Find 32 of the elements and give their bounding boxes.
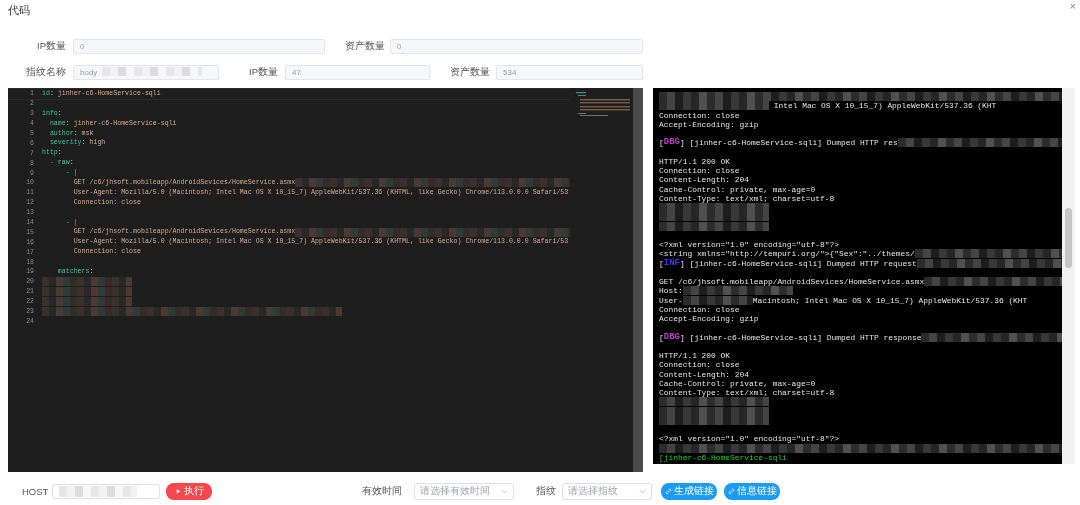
field-label: 资产数量 (449, 65, 490, 79)
link-button[interactable]: 信息链接 (724, 482, 780, 500)
run-button[interactable]: 执行 (166, 482, 212, 500)
count-field[interactable]: 47 (285, 64, 430, 80)
log-level-tag: DBG (663, 332, 680, 342)
play-icon (174, 487, 182, 495)
field-label: 指纹名称 (25, 65, 66, 79)
count-field[interactable]: 0 (390, 38, 643, 54)
fingerprint-name-field[interactable]: body (73, 64, 219, 80)
field-label: IP数量 (248, 65, 278, 79)
field-label: 指纹 (536, 484, 557, 498)
close-button[interactable]: × (1069, 1, 1076, 12)
host-field[interactable] (52, 483, 160, 499)
code-editor[interactable] (8, 88, 643, 472)
chevron-down-icon (501, 488, 508, 494)
link-button[interactable]: 生成链接 (661, 482, 717, 500)
fingerprint-select[interactable]: 请选择指纹 (562, 482, 652, 500)
scrollbar-thumb[interactable] (1065, 208, 1072, 268)
chevron-down-icon (639, 488, 646, 494)
link-icon (664, 487, 672, 495)
host-label: HOST (22, 485, 50, 497)
field-label: IP数量 (36, 39, 66, 53)
link-icon (727, 487, 735, 495)
log-level-tag: DBG (663, 138, 680, 148)
field-label: 资产数量 (344, 39, 385, 53)
window-title: 代码 (8, 3, 30, 18)
field-label: 有效时间 (362, 484, 403, 498)
log-level-tag: INF (663, 258, 680, 268)
count-field[interactable]: 534 (496, 64, 643, 80)
scrollbar[interactable] (633, 88, 643, 472)
count-field[interactable]: 0 (73, 38, 325, 54)
expiry-select[interactable]: 请选择有效时间 (414, 482, 514, 500)
